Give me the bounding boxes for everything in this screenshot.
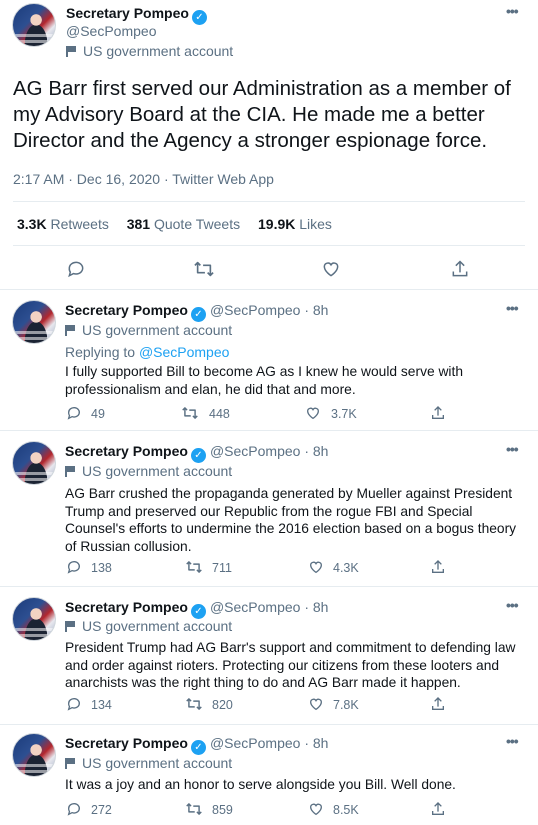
reply-text: I fully supported Bill to become AG as I… — [65, 364, 464, 397]
author-name[interactable]: Secretary Pompeo — [65, 599, 188, 615]
government-account-label: US government account — [66, 43, 233, 59]
reply-text: AG Barr crushed the propaganda generated… — [65, 486, 517, 554]
reply-header: Secretary Pompeo ✓ @SecPompeo · 8h — [65, 302, 328, 322]
author-handle[interactable]: @SecPompeo — [66, 23, 156, 39]
author-handle-time[interactable]: @SecPompeo · 8h — [210, 302, 329, 318]
share-icon[interactable] — [430, 696, 446, 712]
reply-header: Secretary Pompeo ✓ @SecPompeo · 8h — [65, 443, 328, 463]
retweet-count: 711 — [212, 561, 232, 575]
share-icon[interactable] — [430, 801, 446, 817]
like-icon[interactable] — [308, 801, 324, 817]
share-icon[interactable] — [450, 259, 470, 279]
more-icon[interactable]: ••• — [506, 733, 519, 749]
reply-count: 134 — [91, 698, 112, 712]
like-count: 3.7K — [331, 407, 357, 421]
divider — [13, 245, 525, 246]
avatar[interactable] — [12, 441, 56, 485]
reply-icon[interactable] — [66, 801, 82, 817]
more-icon[interactable]: ••• — [506, 3, 519, 19]
like-icon[interactable] — [321, 259, 341, 279]
main-tweet: Secretary Pompeo ✓ @SecPompeo US governme… — [0, 0, 538, 290]
retweet-icon[interactable] — [185, 801, 203, 817]
author-name[interactable]: Secretary Pompeo — [65, 443, 188, 459]
verified-badge-icon: ✓ — [190, 604, 206, 619]
author-handle-time[interactable]: @SecPompeo · 8h — [210, 735, 329, 751]
mention-link[interactable]: @SecPompeo — [139, 344, 229, 360]
retweet-icon[interactable] — [181, 405, 199, 421]
reply-icon[interactable] — [66, 259, 86, 279]
more-icon[interactable]: ••• — [506, 441, 519, 457]
like-icon[interactable] — [305, 405, 321, 421]
flag-icon — [66, 46, 76, 57]
verified-badge-icon: ✓ — [190, 307, 206, 322]
avatar[interactable] — [12, 733, 56, 777]
like-icon[interactable] — [308, 559, 324, 575]
like-icon[interactable] — [308, 696, 324, 712]
verified-badge-icon: ✓ — [190, 740, 206, 755]
verified-badge-icon: ✓ — [191, 10, 207, 25]
flag-icon — [65, 621, 75, 632]
flag-icon — [65, 325, 75, 336]
like-count: 8.5K — [333, 803, 359, 817]
avatar[interactable] — [12, 3, 56, 47]
quote-tweets-stat[interactable]: 381 Quote Tweets — [127, 216, 240, 232]
author-handle-time[interactable]: @SecPompeo · 8h — [210, 443, 329, 459]
reply-count: 272 — [91, 803, 112, 817]
government-account-label: US government account — [65, 755, 232, 771]
reply-count: 49 — [91, 407, 105, 421]
divider — [13, 201, 525, 202]
like-count: 4.3K — [333, 561, 359, 575]
tweet-timestamp[interactable]: 2:17 AM · Dec 16, 2020 · Twitter Web App — [13, 171, 274, 187]
retweets-stat[interactable]: 3.3K Retweets — [17, 216, 109, 232]
author-name[interactable]: Secretary Pompeo — [65, 735, 188, 751]
retweet-icon[interactable] — [185, 696, 203, 712]
retweet-count: 448 — [209, 407, 230, 421]
reply-header: Secretary Pompeo ✓ @SecPompeo · 8h — [65, 735, 328, 755]
reply-text: President Trump had AG Barr's support an… — [65, 640, 516, 690]
more-icon[interactable]: ••• — [506, 300, 519, 316]
avatar[interactable] — [12, 300, 56, 344]
government-account-label: US government account — [65, 463, 232, 479]
reply-count: 138 — [91, 561, 112, 575]
share-icon[interactable] — [430, 559, 446, 575]
retweet-icon[interactable] — [193, 259, 215, 279]
reply-tweet[interactable]: Secretary Pompeo ✓ @SecPompeo · 8h ••• US … — [0, 290, 538, 431]
retweet-icon[interactable] — [185, 559, 203, 575]
like-count: 7.8K — [333, 698, 359, 712]
share-icon[interactable] — [430, 405, 446, 421]
reply-tweet[interactable]: Secretary Pompeo ✓ @SecPompeo · 8h ••• US … — [0, 431, 538, 587]
replying-to: Replying to @SecPompeo — [65, 344, 230, 360]
tweet-stats: 3.3K Retweets 381 Quote Tweets 19.9K Lik… — [17, 216, 346, 232]
tweet-text: AG Barr first served our Administration … — [13, 77, 511, 152]
verified-badge-icon: ✓ — [190, 448, 206, 463]
reply-text: It was a joy and an honor to serve along… — [65, 777, 456, 792]
reply-tweet[interactable]: Secretary Pompeo ✓ @SecPompeo · 8h ••• US … — [0, 587, 538, 725]
retweet-count: 820 — [212, 698, 233, 712]
reply-icon[interactable] — [66, 559, 82, 575]
reply-header: Secretary Pompeo ✓ @SecPompeo · 8h — [65, 599, 328, 619]
retweet-count: 859 — [212, 803, 233, 817]
reply-tweet[interactable]: Secretary Pompeo ✓ @SecPompeo · 8h ••• US … — [0, 725, 538, 825]
author-name[interactable]: Secretary Pompeo ✓ — [66, 5, 207, 25]
author-handle-time[interactable]: @SecPompeo · 8h — [210, 599, 329, 615]
reply-icon[interactable] — [66, 405, 82, 421]
avatar[interactable] — [12, 597, 56, 641]
flag-icon — [65, 758, 75, 769]
government-account-label: US government account — [65, 618, 232, 634]
likes-stat[interactable]: 19.9K Likes — [258, 216, 332, 232]
author-name[interactable]: Secretary Pompeo — [65, 302, 188, 318]
reply-icon[interactable] — [66, 696, 82, 712]
government-account-label: US government account — [65, 322, 232, 338]
flag-icon — [65, 466, 75, 477]
more-icon[interactable]: ••• — [506, 597, 519, 613]
